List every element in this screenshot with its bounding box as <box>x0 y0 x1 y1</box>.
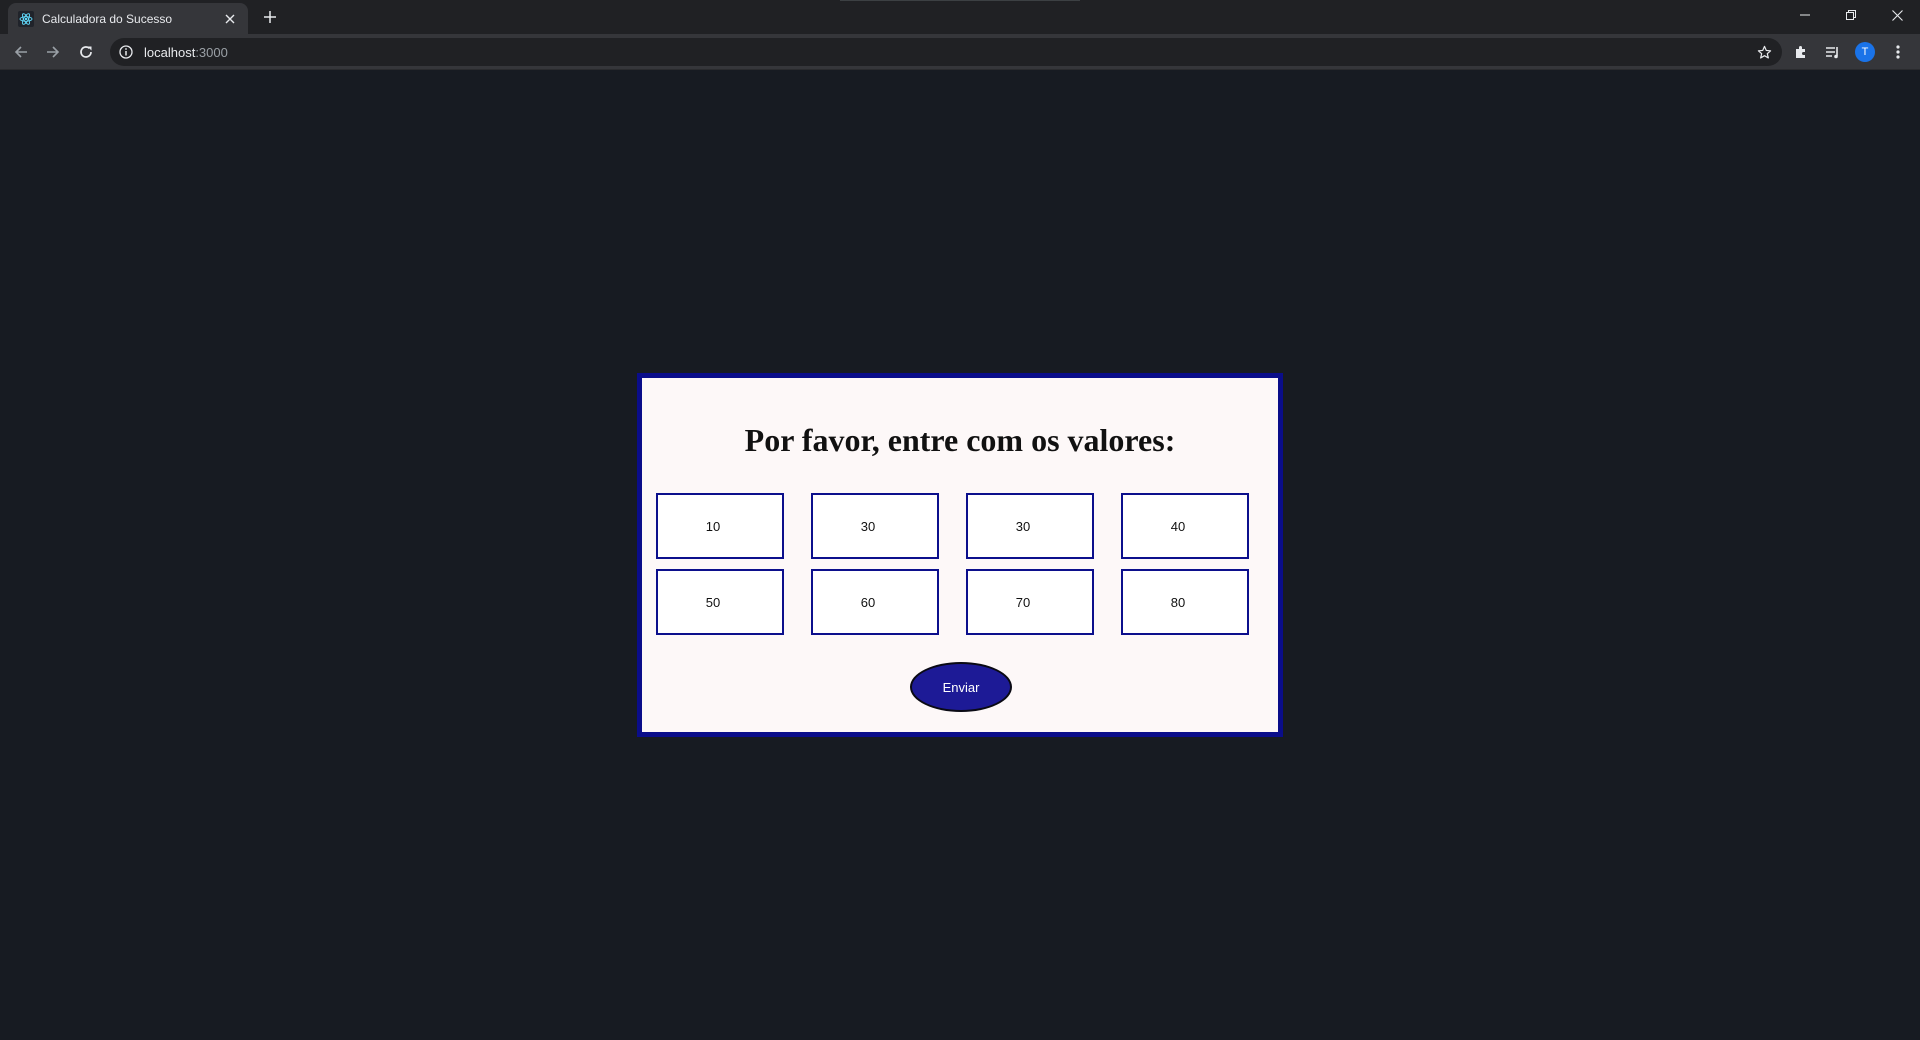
restore-icon[interactable] <box>1828 0 1874 30</box>
media-queue-icon[interactable] <box>1821 40 1845 64</box>
value-input-1[interactable] <box>656 493 784 559</box>
value-input-4[interactable] <box>1121 493 1249 559</box>
minimize-icon[interactable] <box>1782 0 1828 30</box>
new-tab-plus-icon[interactable] <box>260 7 280 27</box>
value-field-5[interactable] <box>658 571 782 633</box>
address-bar[interactable]: localhost:3000 <box>110 38 1782 66</box>
value-input-3[interactable] <box>966 493 1094 559</box>
page-heading: Por favor, entre com os valores: <box>744 422 1176 458</box>
value-field-3[interactable] <box>968 495 1092 557</box>
value-field-1[interactable] <box>658 495 782 557</box>
reload-icon[interactable] <box>74 40 98 64</box>
profile-avatar[interactable]: T <box>1853 40 1877 64</box>
form-card: Por favor, entre com os valores: Enviar <box>637 373 1283 737</box>
browser-toolbar: localhost:3000 T <box>0 34 1920 70</box>
url-host: localhost <box>144 44 196 60</box>
value-input-7[interactable] <box>966 569 1094 635</box>
page-viewport: Por favor, entre com os valores: Enviar <box>0 71 1920 1040</box>
value-field-6[interactable] <box>813 571 937 633</box>
tab-close-icon[interactable] <box>222 11 238 27</box>
site-info-icon[interactable] <box>118 44 134 60</box>
value-input-5[interactable] <box>656 569 784 635</box>
value-input-2[interactable] <box>811 493 939 559</box>
extensions-puzzle-icon[interactable] <box>1789 40 1813 64</box>
tab-title: Calculadora do Sucesso <box>42 11 173 26</box>
react-favicon-icon <box>18 10 34 27</box>
value-field-8[interactable] <box>1123 571 1247 633</box>
window-drag-indicator <box>840 0 1080 1</box>
submit-button[interactable]: Enviar <box>910 662 1012 712</box>
bookmark-star-icon[interactable] <box>1756 44 1772 60</box>
value-input-8[interactable] <box>1121 569 1249 635</box>
value-field-7[interactable] <box>968 571 1092 633</box>
kebab-menu-icon[interactable] <box>1886 40 1910 64</box>
url-port: :3000 <box>195 44 228 60</box>
close-window-icon[interactable] <box>1874 0 1920 30</box>
value-field-4[interactable] <box>1123 495 1247 557</box>
back-arrow-icon[interactable] <box>9 40 33 64</box>
browser-tab[interactable]: Calculadora do Sucesso <box>8 3 248 34</box>
profile-initial: T <box>1855 42 1875 62</box>
forward-arrow-icon[interactable] <box>41 40 65 64</box>
value-field-2[interactable] <box>813 495 937 557</box>
value-input-6[interactable] <box>811 569 939 635</box>
browser-titlebar: Calculadora do Sucesso <box>0 0 1920 34</box>
